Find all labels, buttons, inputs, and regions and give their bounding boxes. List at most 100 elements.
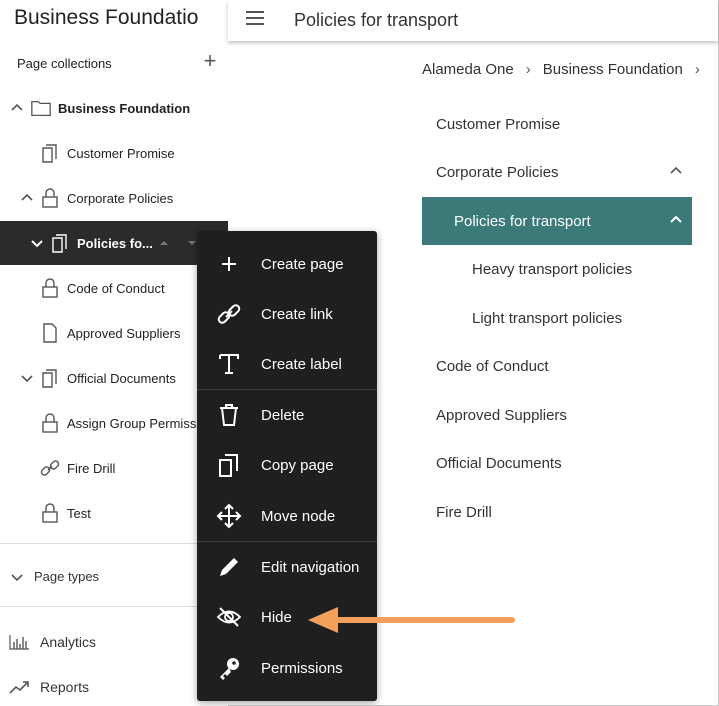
- pages-icon: [42, 369, 57, 388]
- analytics-link[interactable]: Analytics: [8, 633, 96, 651]
- tree-item-label: Assign Group Permiss: [67, 415, 197, 431]
- reports-label: Reports: [40, 679, 90, 695]
- menu-item-label: Create page: [261, 255, 344, 273]
- nav-item-official-documents[interactable]: Official Documents: [422, 439, 692, 487]
- tree-item-approved-suppliers[interactable]: Approved Suppliers: [0, 311, 228, 355]
- nav-item-label: Customer Promise: [436, 115, 561, 133]
- link-icon: [40, 460, 60, 476]
- menu-item-create-page[interactable]: Create page: [197, 239, 377, 289]
- menu-item-label: Create link: [261, 305, 333, 323]
- sidebar-divider: [0, 543, 228, 544]
- nav-item-fire-drill[interactable]: Fire Drill: [422, 488, 692, 536]
- pages-icon: [42, 144, 57, 163]
- lock-icon: [42, 278, 58, 298]
- pencil-icon: [220, 558, 238, 576]
- nav-item-heavy-transport[interactable]: Heavy transport policies: [422, 245, 692, 293]
- copy-icon: [219, 454, 238, 477]
- move-up-icon[interactable]: [159, 238, 169, 248]
- hamburger-menu-icon[interactable]: [246, 11, 264, 27]
- nav-item-label: Approved Suppliers: [436, 406, 567, 424]
- add-collection-button[interactable]: +: [200, 50, 220, 73]
- bar-chart-icon: [9, 635, 29, 650]
- menu-item-create-link[interactable]: Create link: [197, 289, 377, 339]
- lock-icon: [42, 503, 58, 523]
- menu-item-label: Permissions: [261, 659, 343, 677]
- breadcrumb-separator: ›: [525, 61, 531, 78]
- tree-item-label: Fire Drill: [67, 460, 116, 476]
- analytics-label: Analytics: [40, 634, 97, 650]
- tree-item-label: Test: [67, 505, 91, 521]
- menu-item-delete[interactable]: Delete: [197, 390, 377, 440]
- chevron-up-icon[interactable]: [670, 214, 682, 226]
- menu-item-copy-page[interactable]: Copy page: [197, 440, 377, 490]
- page-collections-heading: Page collections: [17, 56, 112, 71]
- callout-arrow-icon: [308, 607, 515, 633]
- menu-item-create-label[interactable]: Create label: [197, 339, 377, 389]
- menu-item-label: Delete: [261, 406, 305, 424]
- tree-item-label: Corporate Policies: [67, 190, 174, 206]
- sidebar: Business Foundatio Page collections + Bu…: [0, 0, 228, 706]
- trend-icon: [9, 681, 29, 694]
- lock-icon: [42, 413, 58, 433]
- nav-item-light-transport[interactable]: Light transport policies: [422, 294, 692, 342]
- chevron-up-icon[interactable]: [10, 101, 24, 115]
- pages-icon: [52, 234, 67, 253]
- nav-item-corporate-policies[interactable]: Corporate Policies: [422, 148, 692, 196]
- top-bar: Policies for transport: [228, 0, 718, 41]
- tree-item-label: Policies fo...: [77, 235, 153, 251]
- tree-item-customer-promise[interactable]: Customer Promise: [0, 131, 228, 175]
- menu-item-label: Hide: [261, 608, 292, 626]
- page-types-toggle[interactable]: Page types: [8, 569, 99, 584]
- chevron-down-icon[interactable]: [20, 371, 34, 385]
- tree-item-fire-drill[interactable]: Fire Drill: [0, 446, 228, 490]
- menu-item-label: Create label: [261, 355, 342, 373]
- nav-item-label: Policies for transport: [454, 212, 591, 230]
- nav-item-code-of-conduct[interactable]: Code of Conduct: [422, 342, 692, 390]
- tree-item-label: Code of Conduct: [67, 280, 165, 296]
- breadcrumb-item[interactable]: Alameda One: [422, 61, 514, 78]
- breadcrumb-separator: ›: [694, 61, 700, 78]
- move-down-icon[interactable]: [187, 238, 197, 248]
- tree-item-label: Official Documents: [67, 370, 176, 386]
- nav-item-label: Light transport policies: [472, 309, 623, 327]
- link-icon: [217, 304, 241, 324]
- folder-icon: [31, 100, 51, 116]
- tree-item-policies-for-transport[interactable]: Policies fo...: [0, 221, 228, 265]
- tree-item-business-foundation[interactable]: Business Foundation: [0, 86, 228, 130]
- text-icon: [219, 354, 239, 374]
- nav-item-label: Corporate Policies: [436, 163, 559, 181]
- tree-item-assign-group-permissions[interactable]: Assign Group Permiss: [0, 401, 228, 445]
- sidebar-divider: [0, 606, 228, 607]
- key-icon: [220, 658, 239, 680]
- nav-item-label: Official Documents: [436, 454, 562, 472]
- tree-item-official-documents[interactable]: Official Documents: [0, 356, 228, 400]
- tree-item-label: Approved Suppliers: [67, 325, 181, 341]
- tree-item-label: Business Foundation: [58, 100, 191, 116]
- nav-item-policies-for-transport[interactable]: Policies for transport: [422, 197, 692, 245]
- plus-icon: [222, 257, 236, 271]
- breadcrumb-item[interactable]: Business Foundation: [543, 61, 683, 78]
- menu-item-edit-navigation[interactable]: Edit navigation: [197, 542, 377, 592]
- app-title: Business Foundatio: [14, 6, 199, 29]
- chevron-down-icon[interactable]: [30, 236, 44, 250]
- reports-link[interactable]: Reports: [8, 678, 89, 696]
- nav-item-approved-suppliers[interactable]: Approved Suppliers: [422, 391, 692, 439]
- nav-item-label: Code of Conduct: [436, 357, 549, 375]
- tree-item-corporate-policies[interactable]: Corporate Policies: [0, 176, 228, 220]
- chevron-up-icon[interactable]: [670, 165, 682, 177]
- chevron-up-icon[interactable]: [20, 191, 34, 205]
- nav-item-customer-promise[interactable]: Customer Promise: [422, 100, 692, 148]
- breadcrumb: Alameda One › Business Foundation ›: [422, 61, 712, 78]
- tree-item-code-of-conduct[interactable]: Code of Conduct: [0, 266, 228, 310]
- nav-item-label: Fire Drill: [436, 503, 492, 521]
- nav-item-label: Heavy transport policies: [472, 260, 633, 278]
- tree-item-label: Customer Promise: [67, 145, 175, 161]
- menu-item-move-node[interactable]: Move node: [197, 491, 377, 541]
- trash-icon: [220, 404, 238, 426]
- lock-icon: [42, 188, 58, 208]
- chevron-down-icon[interactable]: [10, 570, 24, 584]
- tree-item-test[interactable]: Test: [0, 491, 228, 535]
- menu-item-permissions[interactable]: Permissions: [197, 643, 377, 693]
- menu-item-label: Copy page: [261, 456, 334, 474]
- menu-item-label: Edit navigation: [261, 558, 360, 576]
